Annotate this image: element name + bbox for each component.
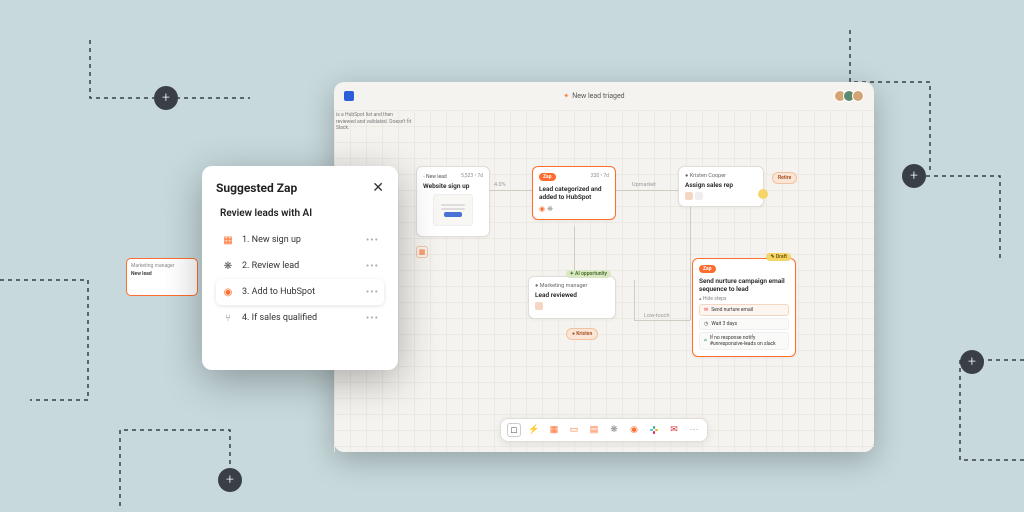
node-categorize[interactable]: Zap 220 • 7d Lead categorized and added … [532,166,616,220]
add-node-button[interactable]: + [218,468,242,492]
node-reviewed[interactable]: ✦ AI opportunity ● Marketing manager Lea… [528,276,616,319]
form-icon: ▦ [221,233,235,247]
hubspot-icon: ◉ [539,205,545,213]
add-node-button[interactable]: + [154,86,178,110]
sparkle-icon[interactable]: ❋ [607,423,621,437]
node-new-lead[interactable]: ◦ New lead 5,523 • 7d Website sign up [416,166,490,237]
step-row[interactable]: ⌗If no response notify #unresponsive-lea… [699,332,789,350]
form-preview [433,194,473,226]
zap-step[interactable]: ◉ 3. Add to HubSpot ••• [216,279,384,305]
step-row[interactable]: ✉Send nurture email [699,304,789,316]
app-logo [344,91,354,101]
layout-icon[interactable]: ▤ [587,423,601,437]
action-chip[interactable]: Retire [772,172,797,184]
more-icon[interactable]: ••• [366,261,379,272]
more-icon[interactable]: ••• [366,287,379,298]
edge-label: Low-touch [644,313,670,319]
ai-icon: ❋ [547,205,553,213]
table-icon[interactable]: ▦ [547,423,561,437]
clock-icon: ◷ [704,321,708,327]
collaborators[interactable] [834,90,864,102]
ai-opportunity-badge: ✦ AI opportunity [566,270,611,278]
zap-step[interactable]: ▦ 1. New sign up ••• [216,227,384,253]
hubspot-icon[interactable]: ◉ [627,423,641,437]
side-node-peek: Marketing manager New lead [126,258,198,296]
stop-icon[interactable]: □ [507,423,521,437]
alert-icon [758,189,768,199]
slack-icon: ⌗ [704,338,707,344]
step-row[interactable]: ◷Wait 3 days [699,318,789,330]
canvas-title[interactable]: ✴ New lead triaged [563,92,624,100]
edge-label: Upmarket [632,182,656,188]
add-node-button[interactable]: + [902,164,926,188]
zap-step[interactable]: ❋ 2. Review lead ••• [216,253,384,279]
description-text: is a HubSpot list and then reviewed and … [336,112,412,132]
avatar [852,90,864,102]
close-icon[interactable]: ✕ [372,180,384,196]
node-assign[interactable]: ● Kristen Cooper Assign sales rep [678,166,764,207]
modal-subtitle: Review leads with AI [216,208,384,219]
task-icon [695,192,703,200]
task-icon [685,192,693,200]
form-icon[interactable]: ▦ [416,246,428,258]
ai-icon: ❋ [221,259,235,273]
flow-canvas[interactable]: ◦ New lead 5,523 • 7d Website sign up ▦ … [334,110,874,452]
suggested-zap-modal: Suggested Zap ✕ Review leads with AI ▦ 1… [202,166,398,370]
draft-badge: ✎ Draft [766,253,791,261]
task-icon [535,302,543,310]
slack-icon[interactable] [647,423,661,437]
canvas-toolbar: □ ⚡ ▦ ▭ ▤ ❋ ◉ ✉ ⋯ [500,418,708,442]
gmail-icon: ✉ [704,307,708,313]
more-icon[interactable]: ••• [366,313,379,324]
hubspot-icon: ◉ [221,285,235,299]
zap-step[interactable]: ⑂ 4. If sales qualified ••• [216,305,384,331]
modal-title: Suggested Zap [216,181,297,195]
edge-label: 4.0% [494,182,506,188]
chat-icon[interactable]: ▭ [567,423,581,437]
gmail-icon[interactable]: ✉ [667,423,681,437]
branch-icon: ⑂ [221,311,235,325]
more-icon[interactable]: ••• [366,235,379,246]
more-icon[interactable]: ⋯ [687,423,701,437]
window-header: ✴ New lead triaged [334,82,874,110]
person-chip[interactable]: ● Kristen [566,328,598,340]
node-nurture[interactable]: Zap ✎ Draft Send nurture campaign email … [692,258,796,357]
canvas-window: ✴ New lead triaged is a HubSpot list and… [334,82,874,452]
hide-steps-toggle[interactable]: ▴ Hide steps [699,296,789,302]
spark-icon: ✴ [563,92,569,100]
add-node-button[interactable]: + [960,350,984,374]
zap-icon[interactable]: ⚡ [527,423,541,437]
